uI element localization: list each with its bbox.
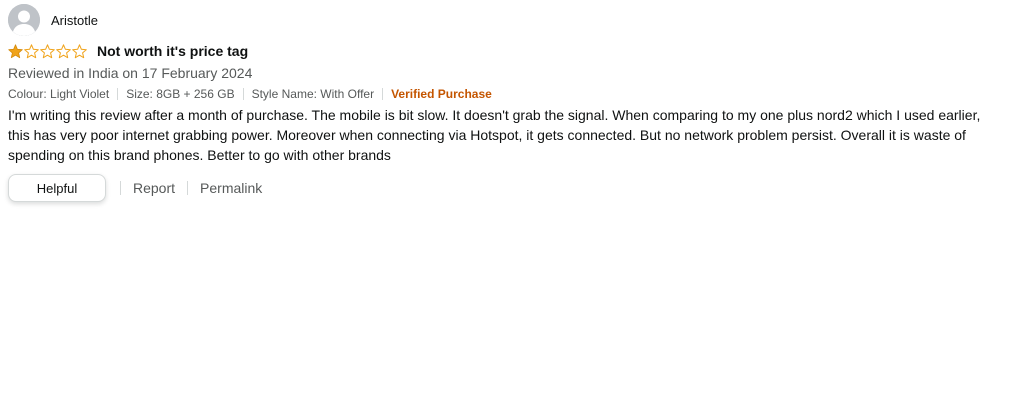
report-link[interactable]: Report xyxy=(133,180,175,196)
verified-purchase-badge[interactable]: Verified Purchase xyxy=(391,86,492,102)
review-title[interactable]: Not worth it's price tag xyxy=(97,43,248,59)
permalink-link[interactable]: Permalink xyxy=(200,180,262,196)
star-filled-icon xyxy=(8,43,23,58)
variant-size[interactable]: Size: 8GB + 256 GB xyxy=(126,86,234,102)
review-date: Reviewed in India on 17 February 2024 xyxy=(8,65,253,81)
divider xyxy=(187,181,189,195)
star-empty-icon xyxy=(40,43,55,58)
star-empty-icon xyxy=(72,43,87,58)
star-empty-icon xyxy=(56,43,71,58)
variant-colour[interactable]: Colour: Light Violet xyxy=(8,86,109,102)
star-empty-icon xyxy=(24,43,39,58)
star-rating[interactable] xyxy=(8,43,88,59)
review-body: I'm writing this review after a month of… xyxy=(8,107,981,163)
reviewer-name[interactable]: Aristotle xyxy=(51,13,98,28)
reviewer-profile[interactable]: Aristotle xyxy=(8,4,1008,36)
divider xyxy=(382,88,384,100)
divider xyxy=(242,88,244,100)
divider xyxy=(120,181,121,195)
divider xyxy=(117,88,119,100)
review-card: Aristotle Not worth it's price tag Revie… xyxy=(8,4,1008,203)
default-user-avatar-icon[interactable] xyxy=(8,4,40,36)
helpful-button[interactable]: Helpful xyxy=(8,174,106,202)
product-variant-info: Colour: Light Violet Size: 8GB + 256 GB … xyxy=(8,86,1008,102)
review-title-row: Not worth it's price tag xyxy=(8,42,1008,60)
variant-style[interactable]: Style Name: With Offer xyxy=(252,86,374,102)
review-actions: Helpful Report Permalink xyxy=(8,173,1008,203)
